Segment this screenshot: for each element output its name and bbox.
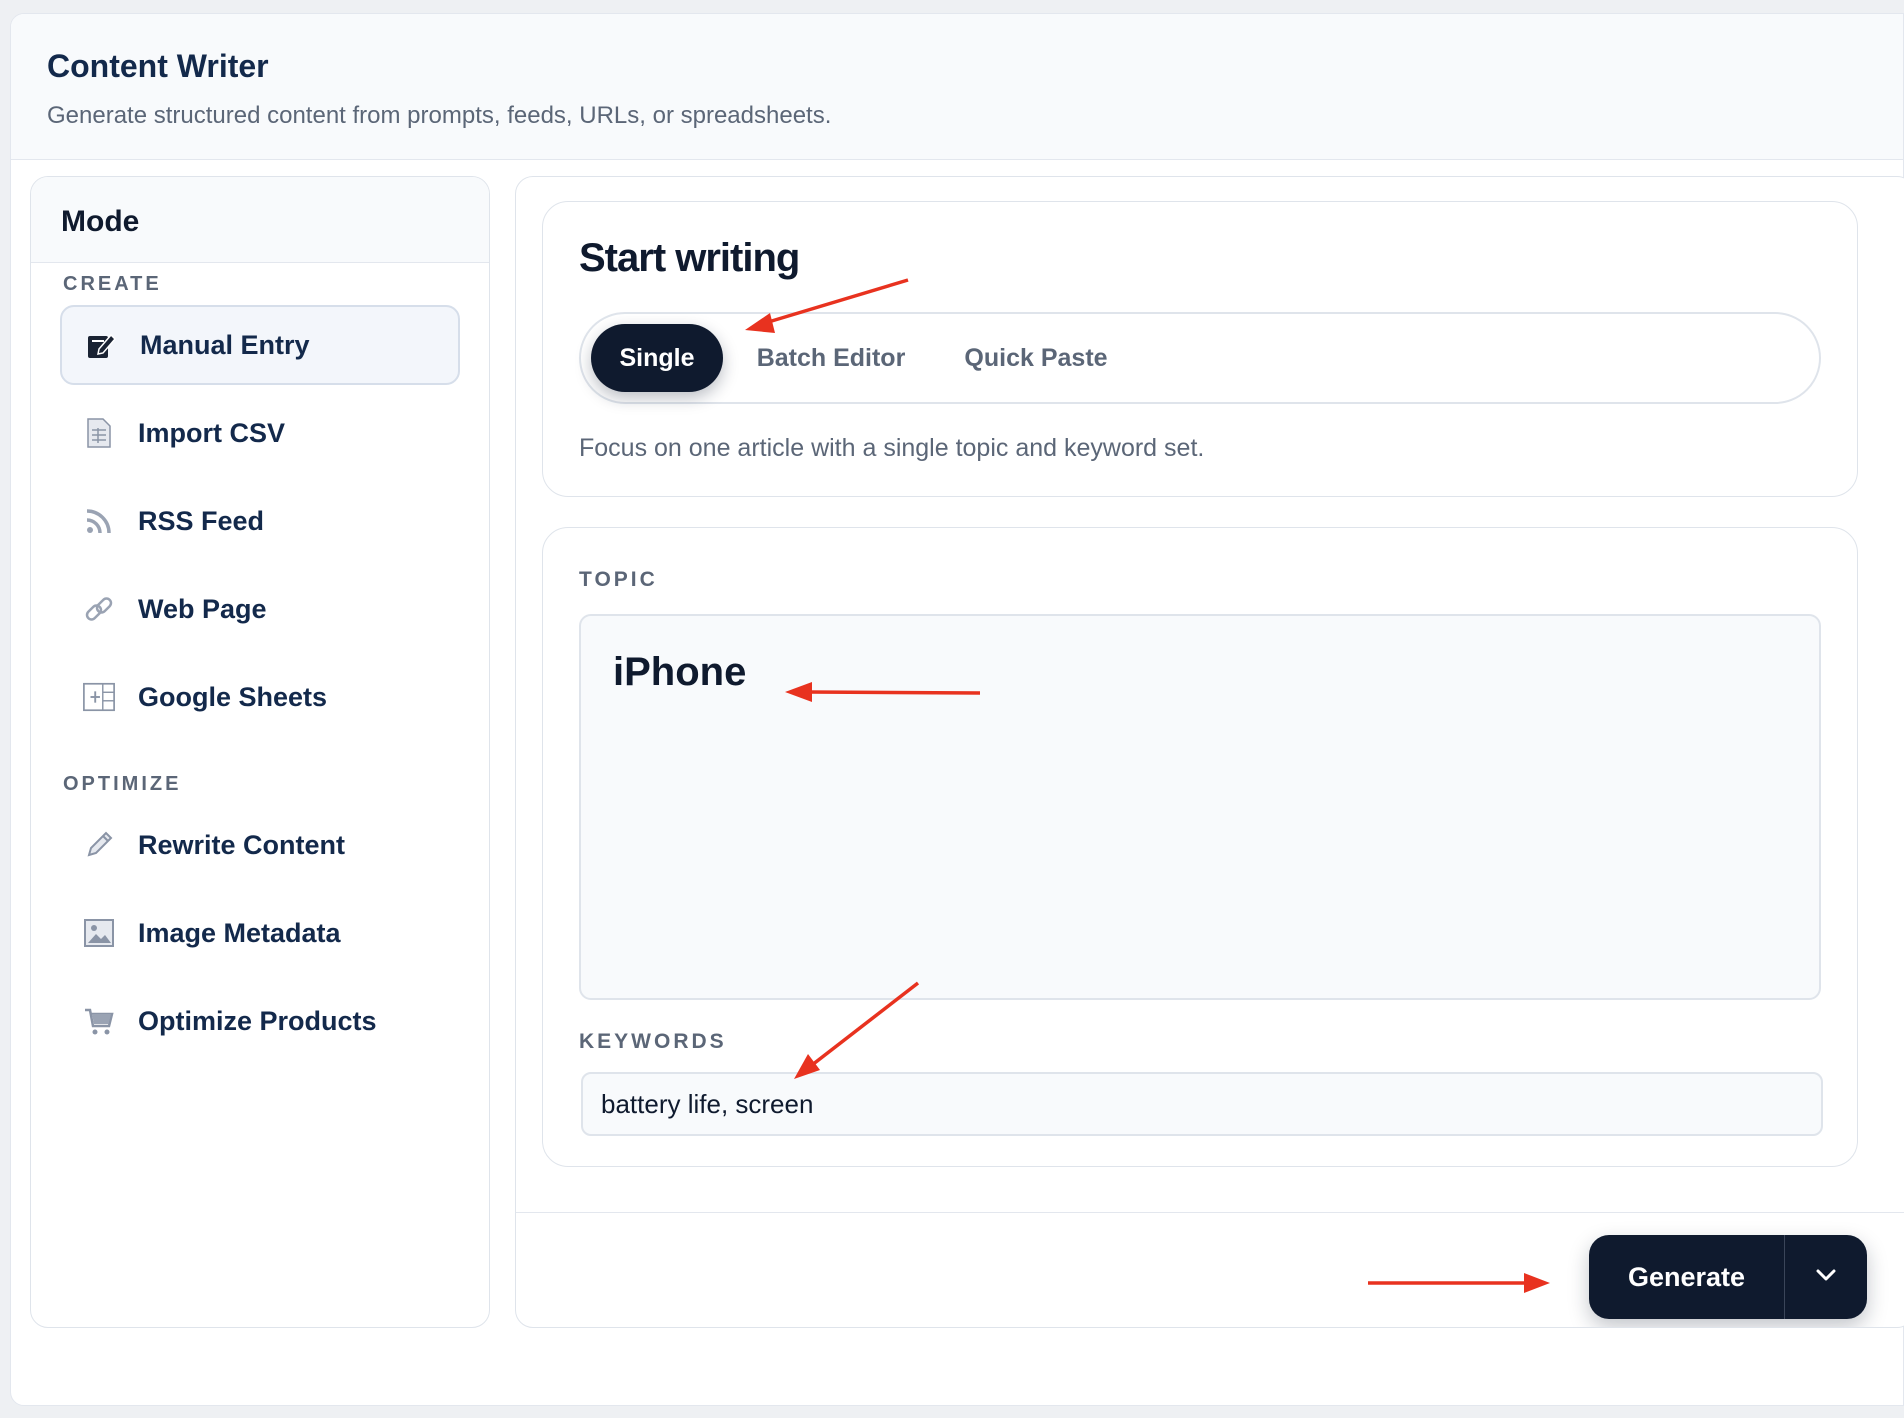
section-label-optimize: OPTIMIZE bbox=[63, 773, 182, 795]
app-title: Content Writer bbox=[47, 48, 269, 84]
sidebar-item-label: Rewrite Content bbox=[138, 829, 346, 860]
edit-note-icon bbox=[84, 328, 118, 362]
app-header: Content Writer Generate structured conte… bbox=[11, 14, 1903, 160]
sidebar-item-image-metadata[interactable]: Image Metadata bbox=[60, 893, 460, 973]
sidebar-item-import-csv[interactable]: Import CSV bbox=[60, 393, 460, 473]
sidebar-item-google-sheets[interactable]: Google Sheets bbox=[60, 657, 460, 737]
sidebar-item-label: Google Sheets bbox=[138, 681, 328, 712]
topic-textarea[interactable]: iPhone bbox=[579, 614, 1821, 1000]
sidebar-item-label: Manual Entry bbox=[140, 329, 310, 360]
pencil-icon bbox=[82, 828, 116, 862]
footer-divider bbox=[516, 1212, 1904, 1213]
topic-label: TOPIC bbox=[579, 568, 658, 591]
mode-description: Focus on one article with a single topic… bbox=[579, 434, 1205, 462]
rss-icon bbox=[82, 504, 116, 538]
tab-batch-editor[interactable]: Batch Editor bbox=[741, 324, 921, 392]
app-subtitle: Generate structured content from prompts… bbox=[47, 102, 832, 129]
sidebar-item-manual-entry[interactable]: Manual Entry bbox=[60, 305, 460, 385]
grid-add-icon bbox=[82, 680, 116, 714]
sidebar-item-label: Image Metadata bbox=[138, 917, 341, 948]
sidebar-item-web-page[interactable]: Web Page bbox=[60, 569, 460, 649]
sidebar-item-rss-feed[interactable]: RSS Feed bbox=[60, 481, 460, 561]
sidebar-item-label: RSS Feed bbox=[138, 505, 265, 536]
keywords-label: KEYWORDS bbox=[579, 1030, 727, 1053]
mode-sidebar: Mode CREATE Manual Entry Import CSV RSS … bbox=[30, 176, 490, 1328]
image-icon bbox=[82, 916, 116, 950]
chevron-down-icon bbox=[1814, 1267, 1838, 1288]
start-writing-title: Start writing bbox=[579, 236, 800, 280]
sidebar-item-label: Import CSV bbox=[138, 417, 286, 448]
sidebar-item-optimize-products[interactable]: Optimize Products bbox=[60, 981, 460, 1061]
link-icon bbox=[82, 592, 116, 626]
section-label-create: CREATE bbox=[63, 273, 162, 295]
generate-split-button: Generate bbox=[1589, 1235, 1867, 1319]
keywords-input[interactable] bbox=[581, 1072, 1823, 1136]
main-panel: Start writing Single Batch Editor Quick … bbox=[515, 176, 1904, 1328]
sidebar-item-label: Web Page bbox=[138, 593, 267, 624]
mode-tabs: Single Batch Editor Quick Paste bbox=[579, 312, 1821, 404]
spreadsheet-doc-icon bbox=[82, 416, 116, 450]
sidebar-item-rewrite-content[interactable]: Rewrite Content bbox=[60, 805, 460, 885]
cart-icon bbox=[82, 1004, 116, 1038]
tab-quick-paste[interactable]: Quick Paste bbox=[947, 324, 1125, 392]
sidebar-item-label: Optimize Products bbox=[138, 1005, 377, 1036]
generate-button[interactable]: Generate bbox=[1589, 1235, 1785, 1319]
generate-options-button[interactable] bbox=[1785, 1235, 1867, 1319]
tab-single[interactable]: Single bbox=[591, 324, 723, 392]
sidebar-title: Mode bbox=[31, 177, 489, 263]
content-form-card: TOPIC iPhone KEYWORDS bbox=[542, 527, 1858, 1167]
start-writing-card: Start writing Single Batch Editor Quick … bbox=[542, 201, 1858, 497]
